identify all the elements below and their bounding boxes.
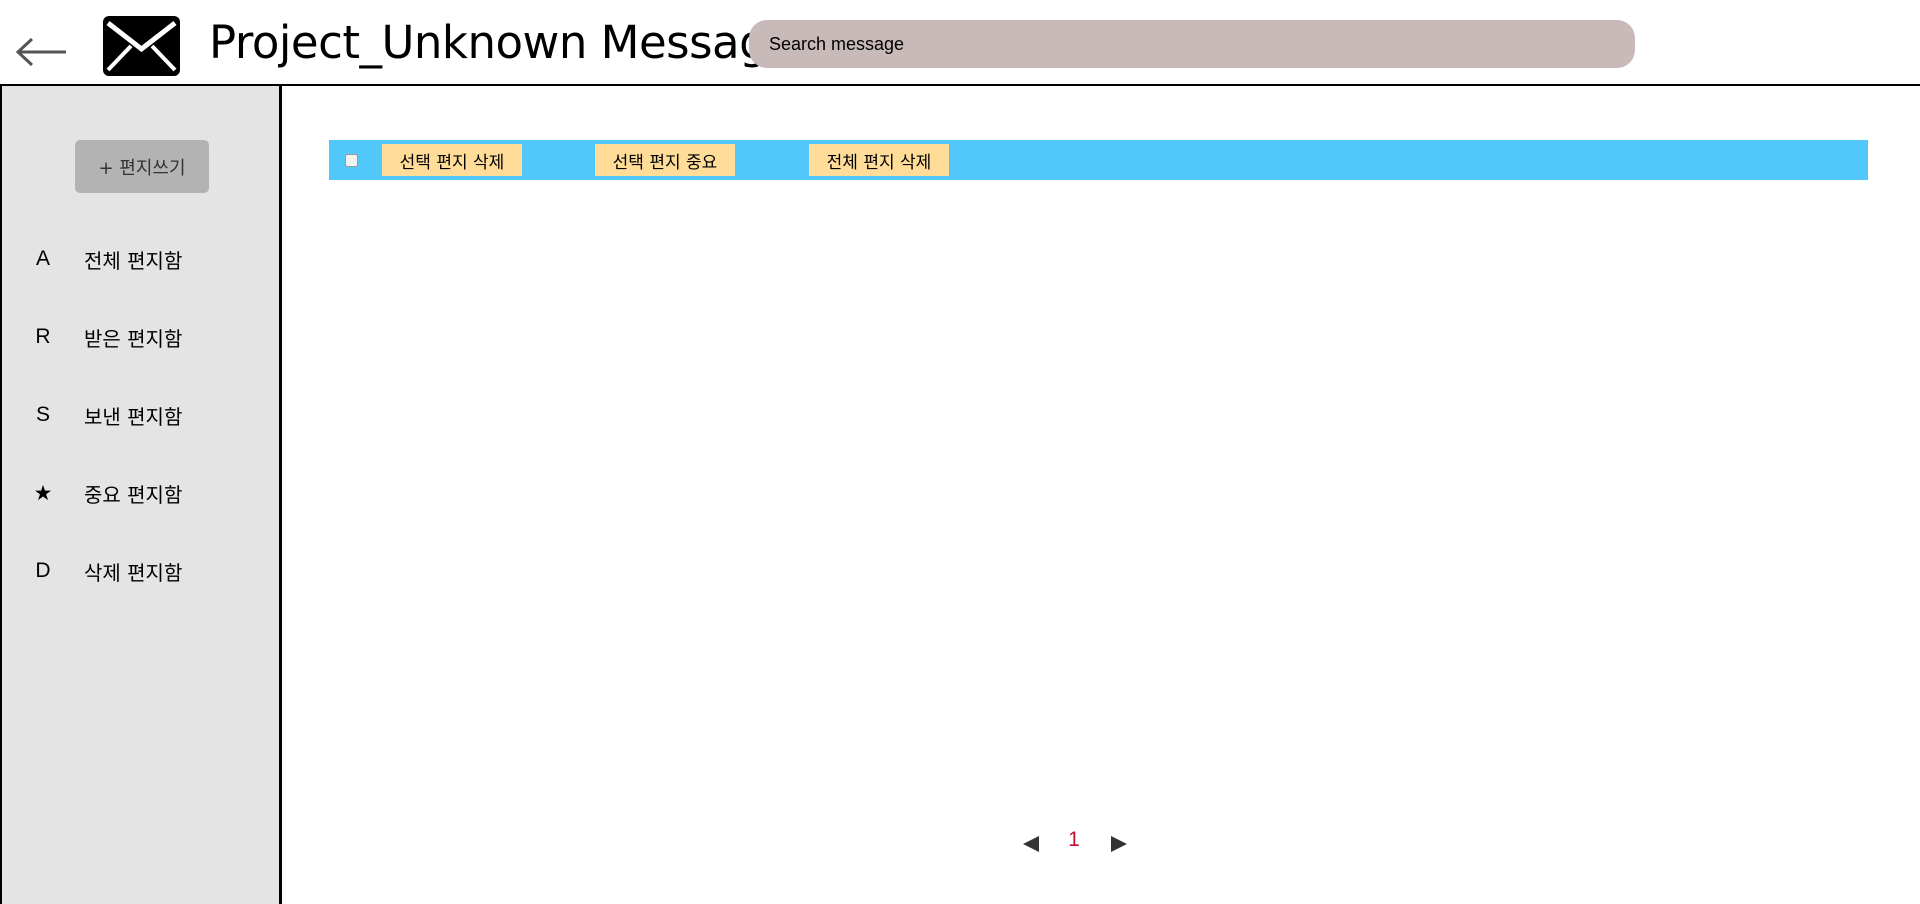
message-toolbar: 선택 편지 삭제 선택 편지 중요 전체 편지 삭제 bbox=[329, 140, 1868, 180]
compose-button[interactable]: + 편지쓰기 bbox=[75, 140, 209, 193]
app-title: Project_Unknown Message bbox=[209, 16, 795, 69]
sidebar-item-deleted-mailbox[interactable]: D 삭제 편지함 bbox=[2, 549, 279, 593]
sent-mailbox-icon: S bbox=[35, 403, 50, 426]
received-mailbox-icon: R bbox=[35, 325, 51, 348]
mark-important-button[interactable]: 선택 편지 중요 bbox=[595, 144, 735, 176]
page-number[interactable]: 1 bbox=[1066, 828, 1082, 852]
star-icon: ★ bbox=[33, 481, 53, 505]
sidebar-item-important-mailbox[interactable]: ★ 중요 편지함 bbox=[2, 471, 279, 515]
search-input[interactable] bbox=[749, 20, 1635, 68]
delete-all-button[interactable]: 전체 편지 삭제 bbox=[809, 144, 949, 176]
sidebar-item-label: 중요 편지함 bbox=[84, 482, 183, 507]
pagination: 1 bbox=[1018, 826, 1136, 860]
header: Project_Unknown Message bbox=[0, 0, 1920, 86]
sidebar-item-sent-mailbox[interactable]: S 보낸 편지함 bbox=[2, 393, 279, 437]
all-mailbox-icon: A bbox=[35, 247, 50, 270]
sidebar: + 편지쓰기 A 전체 편지함 R 받은 편지함 S 보낸 편지함 ★ 중요 편… bbox=[0, 86, 282, 904]
back-arrow-icon[interactable] bbox=[14, 32, 70, 72]
deleted-mailbox-icon: D bbox=[35, 559, 51, 582]
select-all-checkbox[interactable] bbox=[345, 154, 358, 167]
prev-page-icon[interactable] bbox=[1022, 835, 1040, 853]
sidebar-item-received-mailbox[interactable]: R 받은 편지함 bbox=[2, 315, 279, 359]
envelope-icon bbox=[103, 16, 180, 76]
sidebar-item-label: 전체 편지함 bbox=[84, 248, 183, 273]
sidebar-item-all-mailbox[interactable]: A 전체 편지함 bbox=[2, 237, 279, 281]
next-page-icon[interactable] bbox=[1110, 835, 1128, 853]
sidebar-item-label: 삭제 편지함 bbox=[84, 560, 183, 585]
sidebar-item-label: 받은 편지함 bbox=[84, 326, 183, 351]
delete-selected-button[interactable]: 선택 편지 삭제 bbox=[382, 144, 522, 176]
sidebar-item-label: 보낸 편지함 bbox=[84, 404, 183, 429]
